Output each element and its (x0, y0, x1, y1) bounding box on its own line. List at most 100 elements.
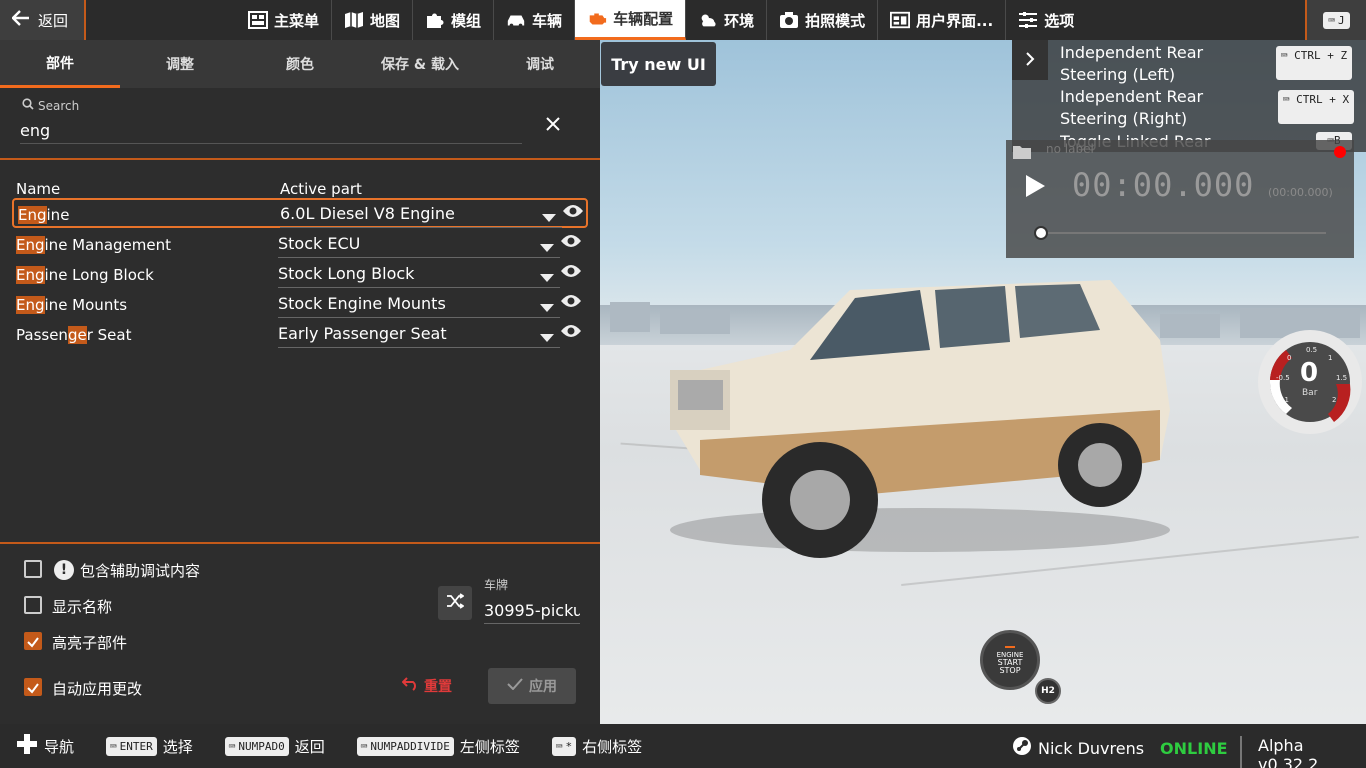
camera-icon (779, 11, 799, 29)
hint-select: ⌨ ENTER 选择 (106, 736, 193, 757)
tab-parts[interactable]: 部件 (0, 40, 120, 88)
table-row[interactable]: Passenger Seat Early Passenger Seat (12, 320, 588, 350)
search-icon (22, 98, 34, 113)
hydrogen-indicator: H2 (1035, 678, 1061, 704)
table-row[interactable]: Engine Mounts Stock Engine Mounts (12, 290, 588, 320)
part-name: Engine Mounts (16, 296, 128, 314)
include-debug-checkbox[interactable] (24, 560, 42, 578)
highlight-subparts-checkbox[interactable] (24, 632, 42, 650)
nav-label: 用户界面... (916, 11, 994, 30)
active-part-select[interactable]: Stock ECU (278, 234, 560, 258)
play-icon (1024, 175, 1046, 202)
nav-label: 地图 (370, 11, 401, 30)
gauge-tick: -0.5 (1276, 374, 1290, 382)
keyboard-key: ⌨ ENTER (106, 736, 157, 756)
nav-main-menu[interactable]: 主菜单 (236, 0, 333, 40)
config-tabs: 部件 调整 颜色 保存 & 载入 调试 (0, 40, 600, 88)
license-plate-input[interactable] (484, 598, 580, 624)
nav-map[interactable]: 地图 (332, 0, 414, 40)
warning-icon: ! (54, 560, 74, 580)
eye-icon[interactable] (560, 263, 582, 283)
tab-debug[interactable]: 调试 (480, 40, 600, 88)
suv-vehicle (670, 280, 1170, 558)
binding-label: Independent Rear Steering (Left) (1060, 43, 1204, 84)
sliders-icon (1018, 11, 1038, 29)
keyboard-icon: ⌨ (1282, 93, 1290, 106)
chevron-right-icon (1025, 51, 1035, 70)
eye-icon[interactable] (562, 203, 584, 223)
nav-options[interactable]: 选项 (1006, 0, 1086, 40)
highlight-subparts-label: 高亮子部件 (52, 634, 128, 652)
active-part-select[interactable]: Stock Engine Mounts (278, 294, 560, 318)
eye-icon[interactable] (560, 323, 582, 343)
nav-photo-mode[interactable]: 拍照模式 (767, 0, 879, 40)
part-name: Engine Long Block (16, 266, 154, 284)
gauge-tick: 0.5 (1306, 346, 1318, 354)
eye-icon[interactable] (560, 293, 582, 313)
back-button[interactable]: 返回 (0, 0, 86, 40)
try-new-ui-button[interactable]: Try new UI (601, 42, 716, 86)
tab-paint[interactable]: 颜色 (240, 40, 360, 88)
timer-sub-display: (00:00.000) (1268, 186, 1333, 199)
search-box: Search (0, 88, 600, 160)
nav-ui-apps[interactable]: 用户界面... (878, 0, 1007, 40)
active-part-select[interactable]: Early Passenger Seat (278, 324, 560, 348)
shuffle-icon (446, 593, 465, 613)
auto-apply-checkbox[interactable] (24, 678, 42, 696)
keyboard-key: ⌨ NUMPADDIVIDE (356, 736, 454, 756)
tab-tuning[interactable]: 调整 (120, 40, 240, 88)
timer-display: 00:00.000 (1072, 166, 1255, 204)
clear-search-button[interactable] (545, 116, 561, 136)
engine-start-stop-button[interactable]: ENGINE START STOP (980, 630, 1040, 690)
active-part-select[interactable]: 6.0L Diesel V8 Engine (280, 204, 562, 228)
auto-apply-label: 自动应用更改 (52, 680, 143, 698)
part-name: Engine Management (16, 236, 171, 254)
show-names-label: 显示名称 (52, 598, 113, 616)
randomize-plate-button[interactable] (438, 586, 472, 620)
gauge-value: 0 (1300, 358, 1319, 388)
check-icon (507, 678, 523, 694)
nav-label: 选项 (1044, 11, 1075, 30)
tab-save-load[interactable]: 保存 & 载入 (360, 40, 480, 88)
keyboard-icon: ⌨ (1328, 13, 1335, 27)
nav-mods[interactable]: 模组 (413, 0, 495, 40)
keyboard-icon: ⌨ (228, 739, 236, 753)
vehicle-config-panel: 部件 调整 颜色 保存 & 载入 调试 Search Name Active p… (0, 40, 600, 724)
puzzle-icon (425, 11, 445, 29)
car-icon (506, 11, 526, 29)
binding-key: ⌨ CTRL + Z (1276, 46, 1352, 80)
nav-vehicles[interactable]: 车辆 (494, 0, 576, 40)
folder-icon[interactable] (1012, 144, 1032, 164)
arrow-left-icon (11, 10, 30, 30)
table-row[interactable]: Engine 6.0L Diesel V8 Engine (12, 198, 588, 228)
nav-vehicle-config[interactable]: 车辆配置 (575, 0, 687, 40)
collapse-bindings-button[interactable] (1012, 40, 1048, 80)
user-status[interactable]: Nick Duvrens ONLINE (1012, 736, 1228, 760)
check-icon (27, 637, 39, 648)
nav-label: 模组 (451, 11, 482, 30)
timeline-knob[interactable] (1034, 226, 1048, 240)
hint-back: ⌨ NUMPAD0 返回 (224, 736, 325, 757)
part-name: Engine (18, 206, 70, 224)
right-tab-key[interactable]: ⌨ J (1305, 0, 1366, 40)
chevron-down-icon (540, 304, 554, 312)
chevron-down-icon (540, 244, 554, 252)
timeline-track[interactable] (1040, 232, 1326, 234)
include-debug-label: 包含辅助调试内容 (80, 562, 201, 580)
part-name: Passenger Seat (16, 326, 132, 344)
gauge-tick: 0 (1287, 354, 1292, 362)
play-button[interactable] (1024, 174, 1046, 202)
reset-button[interactable]: 重置 (401, 676, 452, 696)
show-names-checkbox[interactable] (24, 596, 42, 614)
apply-button[interactable]: 应用 (488, 668, 576, 704)
search-input[interactable] (20, 118, 522, 144)
active-part-select[interactable]: Stock Long Block (278, 264, 560, 288)
undo-icon (401, 677, 420, 695)
check-icon (27, 683, 39, 694)
table-row[interactable]: Engine Long Block Stock Long Block (12, 260, 588, 290)
nav-environment[interactable]: 环境 (686, 0, 768, 40)
keyboard-key: ⌨ * (551, 736, 577, 756)
eye-icon[interactable] (560, 233, 582, 253)
table-row[interactable]: Engine Management Stock ECU (12, 230, 588, 260)
weather-icon (698, 11, 718, 29)
